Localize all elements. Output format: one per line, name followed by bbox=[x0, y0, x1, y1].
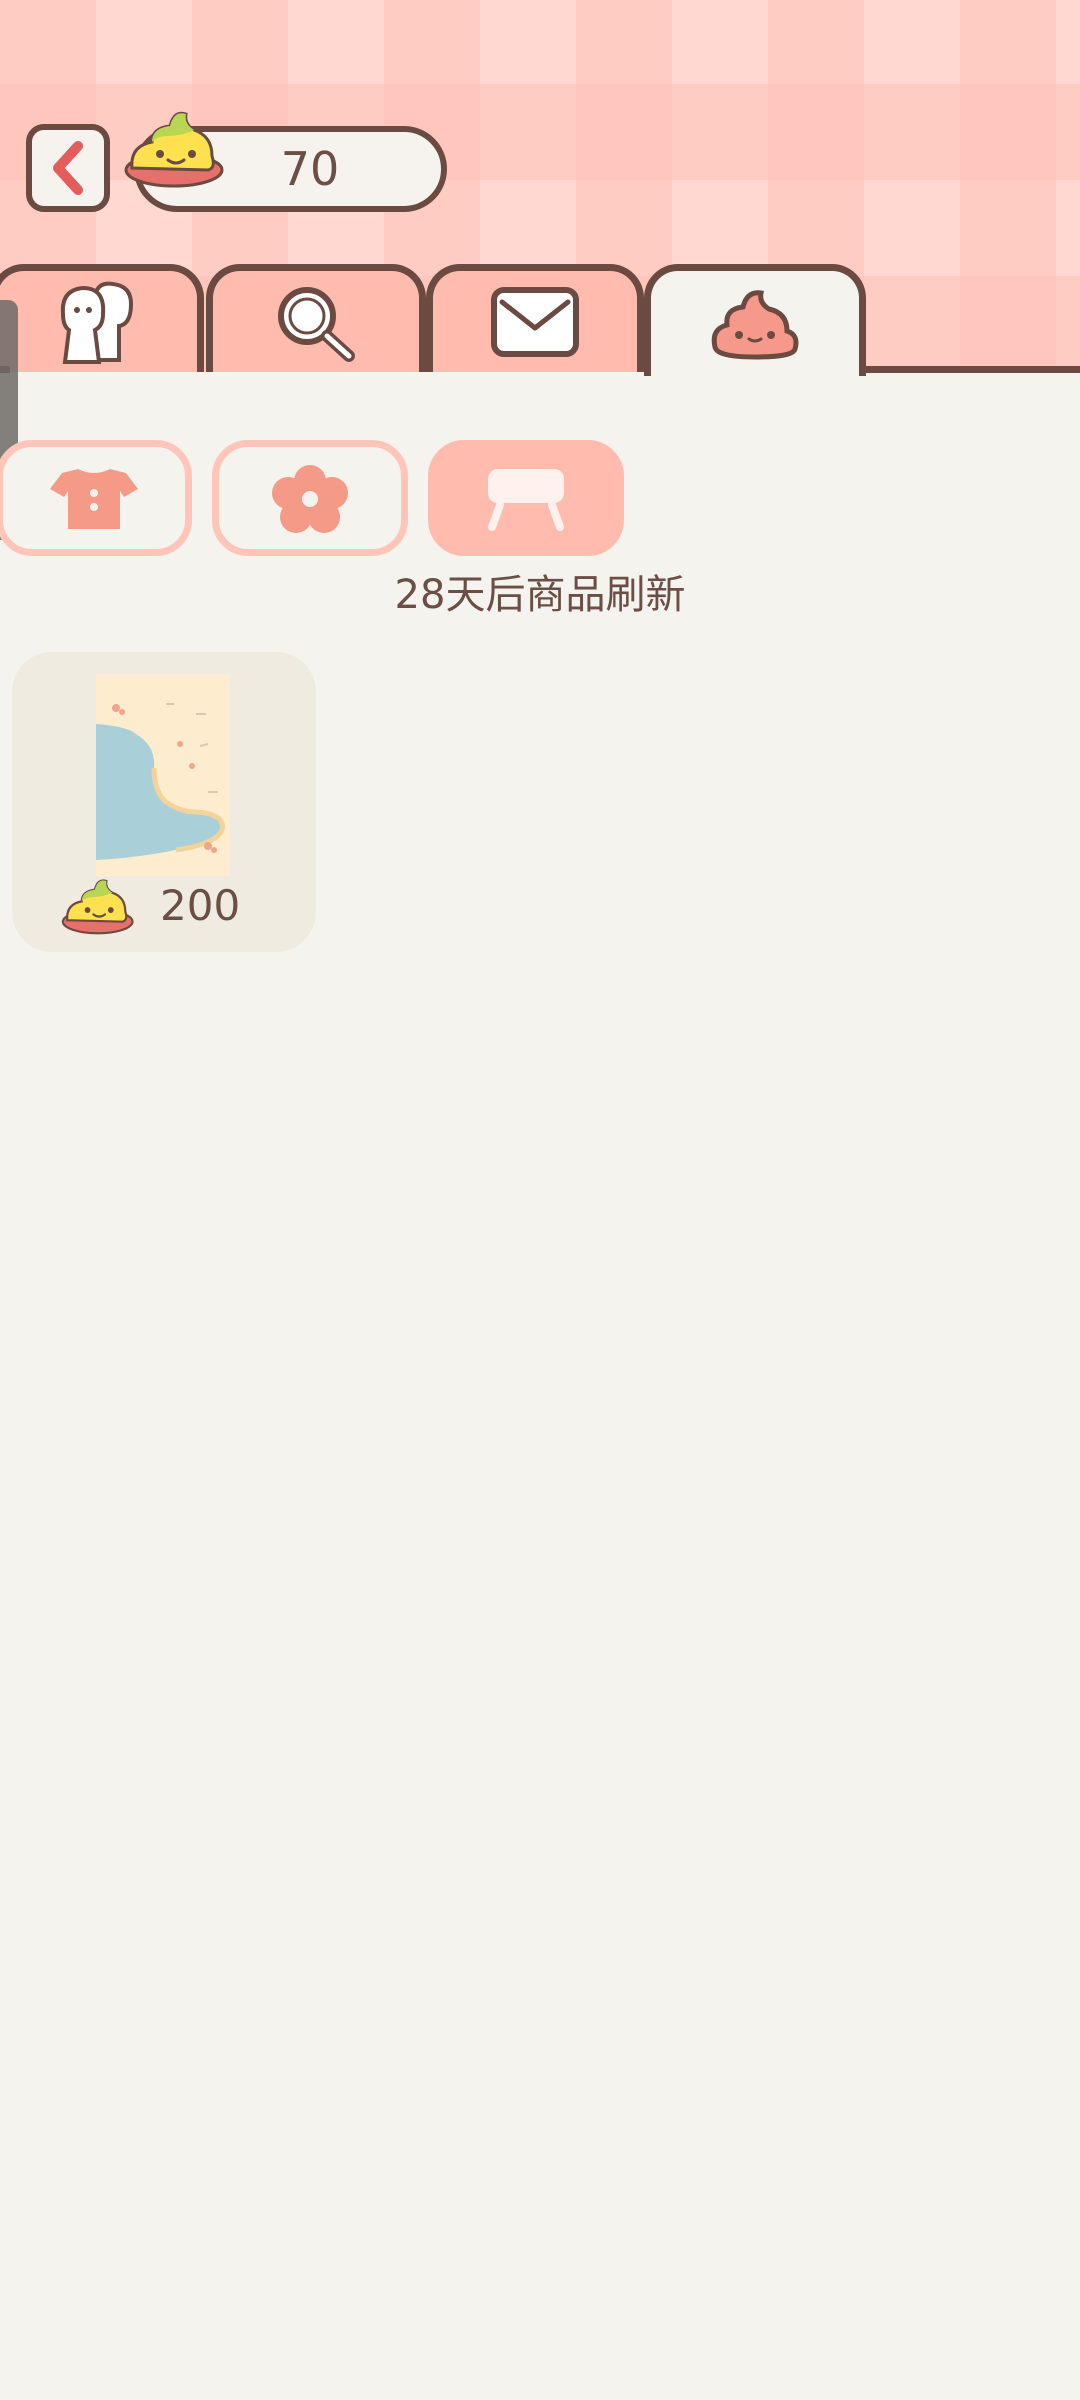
poop-shop-icon bbox=[711, 289, 799, 360]
mail-icon bbox=[491, 286, 579, 357]
back-button[interactable] bbox=[26, 124, 110, 212]
category-clothing-button[interactable] bbox=[0, 440, 192, 556]
header-divider bbox=[866, 366, 1080, 373]
friends-icon bbox=[60, 281, 134, 364]
furniture-table-icon bbox=[488, 469, 564, 531]
shirt-icon bbox=[50, 469, 138, 529]
category-plants-button[interactable] bbox=[212, 440, 408, 556]
poop-coin-icon bbox=[61, 879, 134, 935]
tab-shop[interactable] bbox=[644, 264, 866, 376]
search-icon bbox=[278, 286, 355, 362]
category-furniture-button[interactable] bbox=[428, 440, 624, 556]
beach-wallpaper-image bbox=[96, 674, 230, 876]
flower-icon bbox=[272, 465, 348, 533]
refresh-notice: 28天后商品刷新 bbox=[394, 572, 686, 618]
tab-friends[interactable] bbox=[0, 264, 204, 372]
tab-mail[interactable] bbox=[426, 264, 644, 372]
chevron-left-icon bbox=[53, 141, 83, 195]
poop-coin-icon bbox=[124, 111, 224, 188]
item-price: 200 bbox=[160, 881, 241, 930]
tab-search[interactable] bbox=[206, 264, 426, 372]
coin-balance-value: 70 bbox=[280, 142, 340, 196]
